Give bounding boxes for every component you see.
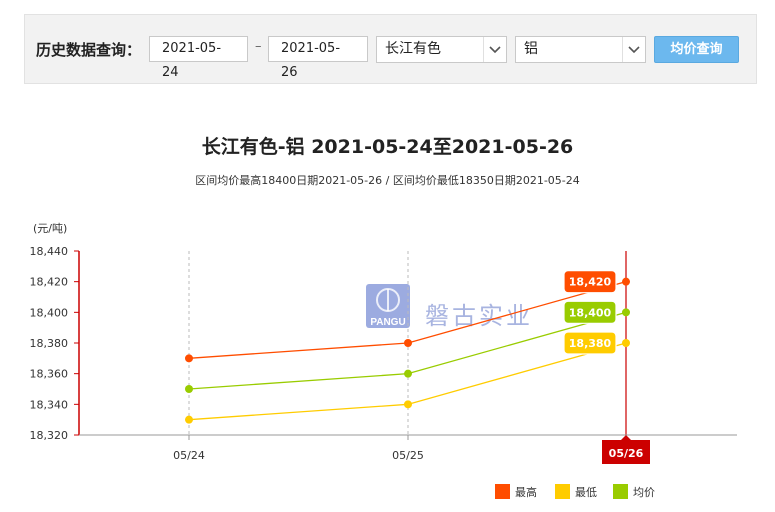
watermark-company-text: 磐古实业 xyxy=(425,302,533,330)
legend-item[interactable]: 均价 xyxy=(613,484,655,499)
data-point[interactable] xyxy=(622,277,630,286)
data-point[interactable] xyxy=(404,369,412,378)
y-tick-label: 18,320 xyxy=(30,429,69,442)
value-label: 18,380 xyxy=(569,337,612,350)
data-point[interactable] xyxy=(622,339,630,347)
y-tick-label: 18,420 xyxy=(30,276,69,289)
value-label: 18,420 xyxy=(569,276,612,289)
legend-label: 均价 xyxy=(633,486,655,499)
last-value-labels: 18,420 18,380 18,400 xyxy=(563,270,617,355)
data-point[interactable] xyxy=(404,339,412,347)
data-point[interactable] xyxy=(622,308,630,317)
y-tick-label: 18,360 xyxy=(30,368,69,381)
legend-item[interactable]: 最低 xyxy=(555,484,597,499)
legend-label: 最高 xyxy=(515,485,537,499)
watermark: PANGU 磐古实业 xyxy=(366,284,533,330)
x-highlight-pointer xyxy=(621,435,631,440)
data-point[interactable] xyxy=(185,415,193,424)
legend-swatch xyxy=(555,484,570,499)
x-tick-label: 05/25 xyxy=(392,449,424,462)
x-tick-label: 05/24 xyxy=(173,449,205,462)
value-label: 18,400 xyxy=(569,306,612,319)
y-tick-label: 18,340 xyxy=(30,398,69,411)
x-tick-labels: 05/24 05/25 05/26 xyxy=(173,435,650,464)
y-axis-label: (元/吨) xyxy=(33,222,67,235)
y-tick-labels: 18,440 18,420 18,400 18,380 18,360 18,340 18,3… xyxy=(30,245,79,442)
pangu-logo-icon: PANGU xyxy=(366,284,410,328)
y-tick-label: 18,400 xyxy=(30,306,69,319)
data-point[interactable] xyxy=(185,385,193,393)
legend-swatch xyxy=(495,484,510,499)
legend-label: 最低 xyxy=(575,486,597,499)
data-point[interactable] xyxy=(185,354,193,363)
line-chart: PANGU 磐古实业 (元/吨) 18,440 18,420 18,400 18,38… xyxy=(30,222,737,499)
data-point[interactable] xyxy=(404,400,412,409)
legend-item[interactable]: 最高 xyxy=(495,484,537,499)
legend-swatch xyxy=(613,484,628,499)
chart-legend: 最高 最低 均价 xyxy=(495,484,655,499)
y-tick-label: 18,440 xyxy=(30,245,69,258)
watermark-logo-text: PANGU xyxy=(370,317,405,328)
x-tick-label: 05/26 xyxy=(609,447,644,460)
y-tick-label: 18,380 xyxy=(30,337,69,350)
